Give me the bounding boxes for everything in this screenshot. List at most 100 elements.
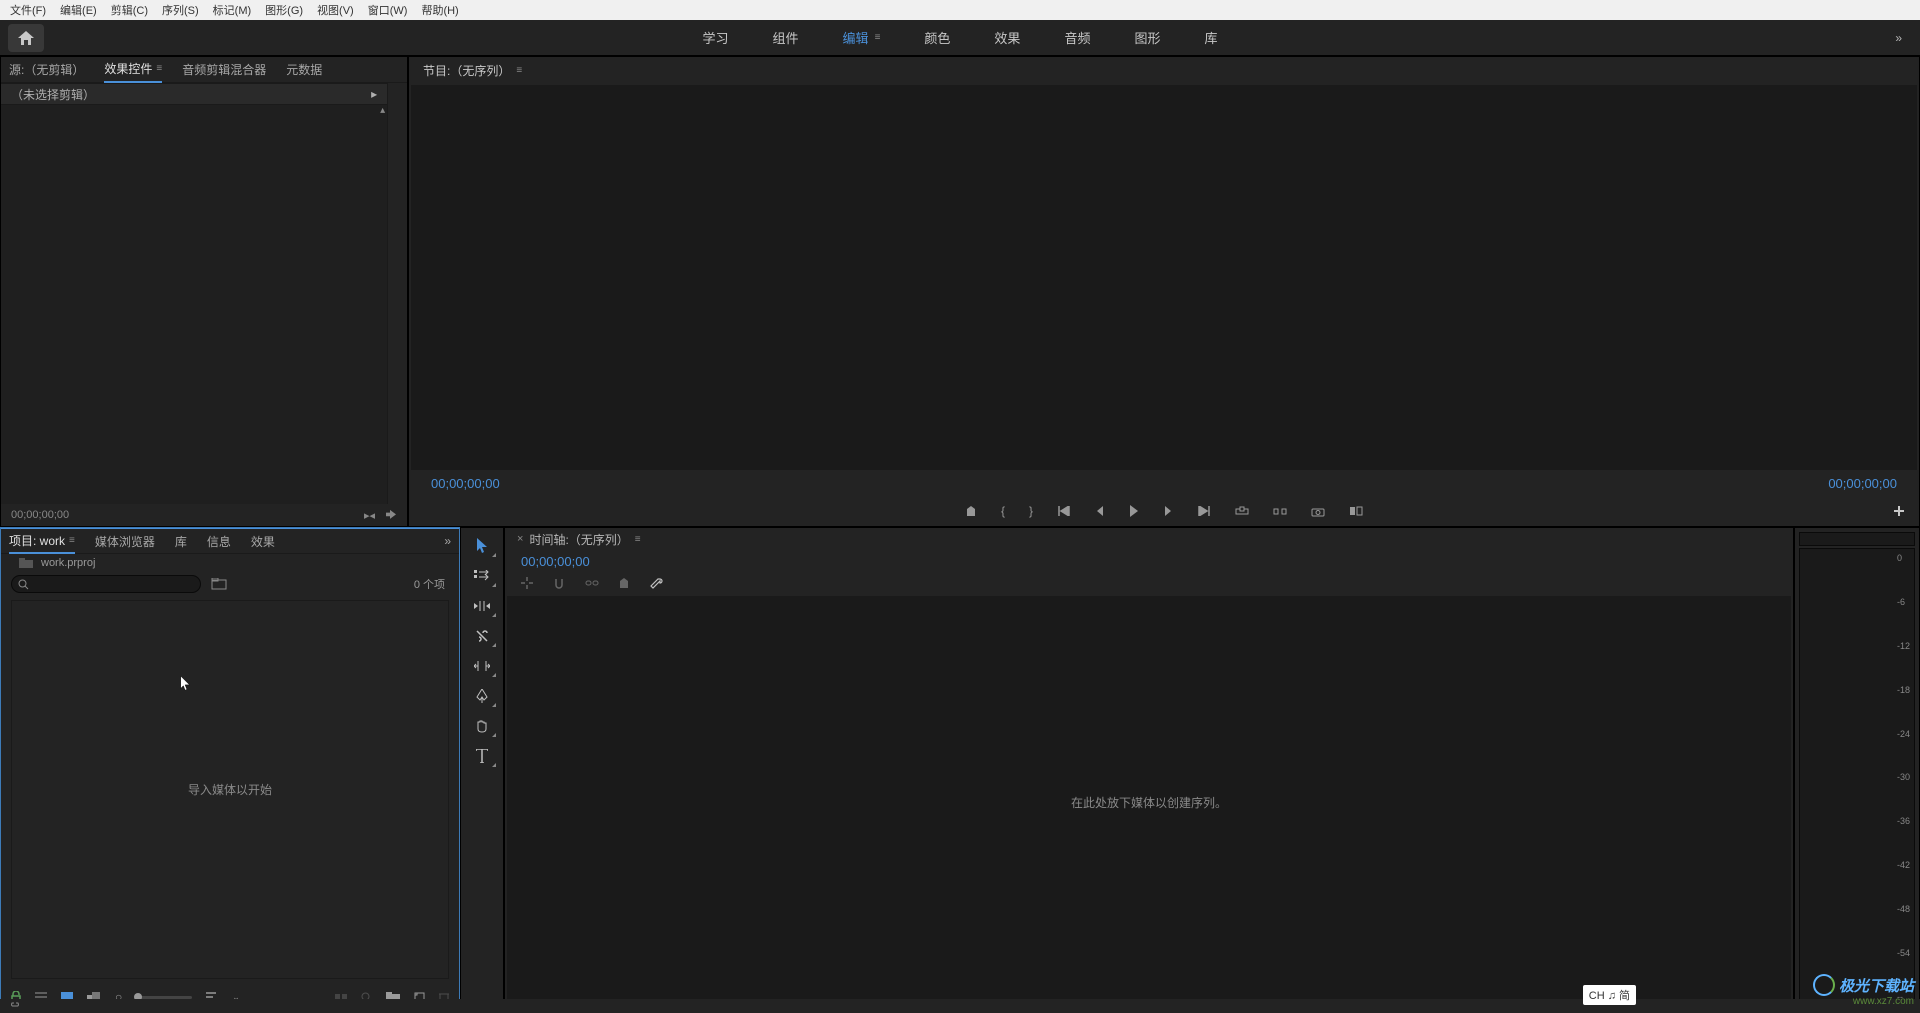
workspace-tab-effects[interactable]: 效果 [994,28,1020,47]
audio-meter-header [1799,532,1915,546]
tab-audio-mixer[interactable]: 音频剪辑混合器 [182,61,266,78]
ime-indicator[interactable]: CH ♫ 简 [1583,985,1636,1005]
tab-libraries[interactable]: 库 [175,533,187,550]
tab-effects-lower[interactable]: 效果 [251,533,275,550]
effect-controls-footer: 00;00;00;00 ▸◂ [1,504,407,526]
workspace-overflow[interactable]: » [1895,31,1902,45]
effect-controls-body: ▴ [1,105,387,504]
timeline-empty-message: 在此处放下媒体以创建序列。 [1071,794,1227,811]
program-monitor [411,85,1917,470]
add-marker-icon[interactable] [619,577,629,589]
workspace-tab-color[interactable]: 颜色 [924,28,950,47]
project-search-input[interactable] [29,578,179,590]
workspace-tab-library[interactable]: 库 [1204,28,1217,47]
project-empty-message: 导入媒体以开始 [188,781,272,798]
menu-clip[interactable]: 剪辑(C) [111,2,148,18]
audio-meter-scale: 0 -6 -12 -18 -24 -30 -36 -42 -48 -54 -- [1897,549,1910,1006]
step-forward-button[interactable] [1163,506,1173,516]
program-timecode-left[interactable]: 00;00;00;00 [431,476,500,491]
tab-metadata[interactable]: 元数据 [286,61,322,78]
track-select-tool[interactable] [469,566,495,586]
razor-tool[interactable] [469,626,495,646]
workspace-tab-assembly[interactable]: 组件 [773,28,799,47]
menu-edit[interactable]: 编辑(E) [60,2,97,18]
home-button[interactable] [8,24,44,52]
go-to-in-button[interactable] [1057,506,1071,516]
project-filename: work.prproj [41,557,95,569]
tools-panel [460,527,504,1012]
program-timecode-right: 00;00;00;00 [1828,476,1897,491]
timeline-body[interactable]: 在此处放下媒体以创建序列。 [507,596,1791,1009]
menu-window[interactable]: 窗口(W) [368,2,408,18]
hamburger-icon[interactable]: ≡ [156,63,162,74]
export-frame-icon[interactable] [385,509,397,522]
meter-tick: -24 [1897,729,1910,739]
linked-selection-icon[interactable] [585,578,599,588]
tab-project-label: 项目: work [9,532,65,549]
menu-graphics[interactable]: 图形(G) [265,2,303,18]
workspace-tab-graphics[interactable]: 图形 [1134,28,1160,47]
step-back-button[interactable] [1095,506,1105,516]
comparison-view-button[interactable] [1349,506,1363,516]
project-panel-tabs: 项目: work ≡ 媒体浏览器 库 信息 效果 » [1,528,459,554]
panel-timeline: × 时间轴:（无序列） ≡ 00;00;00;00 在此处放下媒体以创建序列。 [504,527,1794,1012]
project-search-row: 0 个项 [1,572,459,596]
insert-sequence-icon[interactable] [521,577,533,589]
hamburger-icon[interactable]: ≡ [516,65,522,76]
panel-program: 节目:（无序列） ≡ 00;00;00;00 00;00;00;00 { } [408,56,1920,527]
project-tabs-overflow[interactable]: » [444,534,451,548]
tab-info[interactable]: 信息 [207,533,231,550]
ripple-edit-tool[interactable] [469,596,495,616]
go-to-out-button[interactable] [1197,506,1211,516]
menu-sequence[interactable]: 序列(S) [162,2,199,18]
menu-marker[interactable]: 标记(M) [213,2,252,18]
type-tool[interactable] [469,746,495,766]
tab-effect-controls[interactable]: 效果控件≡ [104,57,162,83]
workspace-tab-audio[interactable]: 音频 [1064,28,1090,47]
hamburger-icon[interactable]: ≡ [635,534,641,545]
new-bin-from-search-icon[interactable] [211,578,227,590]
tab-source[interactable]: 源:（无剪辑） [9,61,84,78]
workspace-tab-edit-label: 编辑 [843,28,869,47]
extract-button[interactable] [1273,506,1287,516]
timeline-header: × 时间轴:（无序列） ≡ [505,528,1793,550]
hand-tool[interactable] [469,716,495,736]
mark-out-button[interactable]: } [1029,504,1033,518]
menu-view[interactable]: 视图(V) [317,2,354,18]
timeline-timecode[interactable]: 00;00;00;00 [505,550,1793,572]
timeline-settings-icon[interactable] [649,576,663,590]
add-marker-button[interactable] [965,505,977,517]
mark-in-button[interactable]: { [1001,504,1005,518]
status-link-icon[interactable] [8,1002,22,1010]
slip-tool[interactable] [469,656,495,676]
tab-media-browser[interactable]: 媒体浏览器 [95,533,155,550]
selection-tool[interactable] [469,536,495,556]
pen-tool[interactable] [469,686,495,706]
menu-help[interactable]: 帮助(H) [421,2,458,18]
project-filename-row: work.prproj [1,554,459,572]
hamburger-icon[interactable]: ≡ [69,535,75,546]
meter-tick: -48 [1897,904,1910,914]
panel-project: 项目: work ≡ 媒体浏览器 库 信息 效果 » work.prproj 0 … [0,527,460,1012]
snap-icon[interactable] [553,577,565,589]
lift-button[interactable] [1235,506,1249,516]
play-button[interactable] [1129,505,1139,517]
workspace-tab-learn[interactable]: 学习 [703,28,729,47]
project-search-field[interactable] [11,575,201,593]
export-frame-button[interactable] [1311,506,1325,517]
play-around-icon[interactable]: ▸◂ [364,509,375,522]
workspace-tab-edit[interactable]: 编辑≡ [843,28,881,47]
expand-arrow-icon[interactable]: ▸ [371,87,377,101]
button-editor-add[interactable] [1893,505,1905,517]
effect-controls-timecode: 00;00;00;00 [11,509,69,521]
tab-project[interactable]: 项目: work ≡ [9,528,75,554]
watermark-name: 极光下载站 [1839,975,1914,996]
timeline-close-icon[interactable]: × [517,533,523,545]
panel-audio-meter: 0 -6 -12 -18 -24 -30 -36 -42 -48 -54 -- [1794,527,1920,1012]
project-body[interactable]: 导入媒体以开始 [11,600,449,979]
program-panel-header: 节目:（无序列） ≡ [409,57,1919,83]
menu-file[interactable]: 文件(F) [10,2,46,18]
meter-tick: -6 [1897,597,1910,607]
scroll-up-arrow-icon[interactable]: ▴ [380,105,385,116]
search-icon [18,579,29,590]
